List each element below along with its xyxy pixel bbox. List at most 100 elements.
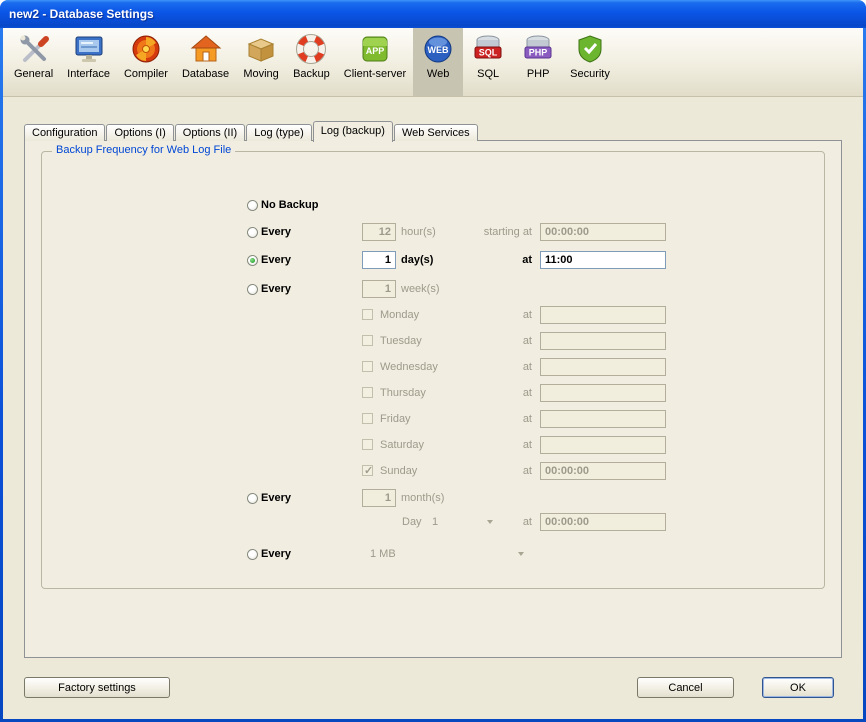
sunday-checkbox[interactable] xyxy=(362,465,373,476)
toolbar-item-database[interactable]: Database xyxy=(175,28,236,96)
size-dropdown[interactable]: 1 MB xyxy=(370,548,396,560)
every-days-label[interactable]: Every xyxy=(261,254,291,266)
every-months-radio[interactable] xyxy=(247,493,258,504)
weekday-row-saturday: Saturday at xyxy=(42,436,824,456)
monday-label[interactable]: Monday xyxy=(380,309,419,321)
every-size-radio[interactable] xyxy=(247,549,258,560)
saturday-at-label: at xyxy=(422,439,532,451)
wednesday-time-input[interactable] xyxy=(540,358,666,376)
monday-checkbox[interactable] xyxy=(362,309,373,320)
monthly-row: Every month(s) xyxy=(42,489,824,509)
toolbar-item-label: General xyxy=(14,68,53,80)
tab-label: Options (I) xyxy=(114,127,165,139)
toolbar-item-compiler[interactable]: Compiler xyxy=(117,28,175,96)
sunday-time-input[interactable] xyxy=(540,462,666,480)
months-unit-label: month(s) xyxy=(401,492,444,504)
toolbar: General Interface Compiler xyxy=(3,28,863,97)
size-dropdown-arrow-icon[interactable] xyxy=(518,552,524,556)
every-weeks-label[interactable]: Every xyxy=(261,283,291,295)
thursday-at-label: at xyxy=(422,387,532,399)
tools-icon xyxy=(18,33,50,65)
days-time-input[interactable] xyxy=(540,251,666,269)
thursday-checkbox[interactable] xyxy=(362,387,373,398)
weekday-row-sunday: Sunday at xyxy=(42,462,824,482)
every-hours-label[interactable]: Every xyxy=(261,226,291,238)
tuesday-time-input[interactable] xyxy=(540,332,666,350)
weekday-row-tuesday: Tuesday at xyxy=(42,332,824,352)
toolbar-item-client-server[interactable]: APP Client-server xyxy=(337,28,413,96)
saturday-label[interactable]: Saturday xyxy=(380,439,424,451)
thursday-time-input[interactable] xyxy=(540,384,666,402)
shield-icon xyxy=(574,33,606,65)
every-hours-radio[interactable] xyxy=(247,227,258,238)
cancel-button[interactable]: Cancel xyxy=(637,677,734,698)
toolbar-item-label: Backup xyxy=(293,68,330,80)
toolbar-item-general[interactable]: General xyxy=(7,28,60,96)
tab-log-type[interactable]: Log (type) xyxy=(246,124,312,141)
daily-row: Every day(s) at xyxy=(42,251,824,271)
toolbar-item-interface[interactable]: Interface xyxy=(60,28,117,96)
weeks-value-input[interactable] xyxy=(362,280,396,298)
tuesday-checkbox[interactable] xyxy=(362,335,373,346)
weekly-row: Every week(s) xyxy=(42,280,824,300)
sunday-label[interactable]: Sunday xyxy=(380,465,417,477)
tab-options-1[interactable]: Options (I) xyxy=(106,124,173,141)
svg-text:APP: APP xyxy=(366,46,385,56)
every-size-label[interactable]: Every xyxy=(261,548,291,560)
tab-web-services[interactable]: Web Services xyxy=(394,124,478,141)
every-weeks-radio[interactable] xyxy=(247,284,258,295)
days-value-input[interactable] xyxy=(362,251,396,269)
factory-settings-button[interactable]: Factory settings xyxy=(24,677,170,698)
thursday-label[interactable]: Thursday xyxy=(380,387,426,399)
days-at-label: at xyxy=(422,254,532,266)
no-backup-radio[interactable] xyxy=(247,200,258,211)
lifesaver-icon xyxy=(295,33,327,65)
sunday-at-label: at xyxy=(422,465,532,477)
hourly-row: Every hour(s) starting at xyxy=(42,223,824,243)
toolbar-item-backup[interactable]: Backup xyxy=(286,28,337,96)
saturday-checkbox[interactable] xyxy=(362,439,373,450)
titlebar[interactable]: new2 - Database Settings xyxy=(0,0,866,28)
month-day-label: Day xyxy=(402,516,422,528)
monday-time-input[interactable] xyxy=(540,306,666,324)
hours-value-input[interactable] xyxy=(362,223,396,241)
toolbar-item-label: SQL xyxy=(477,68,499,80)
groupbox-title: Backup Frequency for Web Log File xyxy=(52,144,235,156)
backup-frequency-groupbox: Backup Frequency for Web Log File No Bac… xyxy=(41,151,825,589)
toolbar-item-label: Web xyxy=(427,68,449,80)
friday-time-input[interactable] xyxy=(540,410,666,428)
every-months-label[interactable]: Every xyxy=(261,492,291,504)
ok-button[interactable]: OK xyxy=(762,677,834,698)
toolbar-item-sql[interactable]: SQL SQL xyxy=(463,28,513,96)
tab-configuration[interactable]: Configuration xyxy=(24,124,105,141)
database-settings-window: new2 - Database Settings General Interfa… xyxy=(0,0,866,722)
tab-panel: Backup Frequency for Web Log File No Bac… xyxy=(24,140,842,658)
toolbar-item-security[interactable]: Security xyxy=(563,28,617,96)
tuesday-label[interactable]: Tuesday xyxy=(380,335,422,347)
toolbar-item-web[interactable]: WEB Web xyxy=(413,28,463,96)
months-value-input[interactable] xyxy=(362,489,396,507)
toolbar-item-php[interactable]: PHP PHP xyxy=(513,28,563,96)
every-days-radio[interactable] xyxy=(247,255,258,266)
no-backup-row: No Backup xyxy=(42,196,824,216)
toolbar-item-label: Database xyxy=(182,68,229,80)
weeks-unit-label: week(s) xyxy=(401,283,440,295)
size-row: Every 1 MB xyxy=(42,545,824,565)
weekday-row-wednesday: Wednesday at xyxy=(42,358,824,378)
tab-log-backup[interactable]: Log (backup) xyxy=(313,121,393,142)
saturday-time-input[interactable] xyxy=(540,436,666,454)
svg-text:WEB: WEB xyxy=(428,45,449,55)
tab-label: Configuration xyxy=(32,127,97,139)
tab-options-2[interactable]: Options (II) xyxy=(175,124,245,141)
home-icon xyxy=(190,33,222,65)
hours-time-input[interactable] xyxy=(540,223,666,241)
wednesday-at-label: at xyxy=(422,361,532,373)
month-time-input[interactable] xyxy=(540,513,666,531)
toolbar-item-moving[interactable]: Moving xyxy=(236,28,286,96)
tab-label: Web Services xyxy=(402,127,470,139)
wednesday-checkbox[interactable] xyxy=(362,361,373,372)
no-backup-label[interactable]: No Backup xyxy=(261,199,318,211)
friday-label[interactable]: Friday xyxy=(380,413,411,425)
tab-label: Log (type) xyxy=(254,127,304,139)
friday-checkbox[interactable] xyxy=(362,413,373,424)
